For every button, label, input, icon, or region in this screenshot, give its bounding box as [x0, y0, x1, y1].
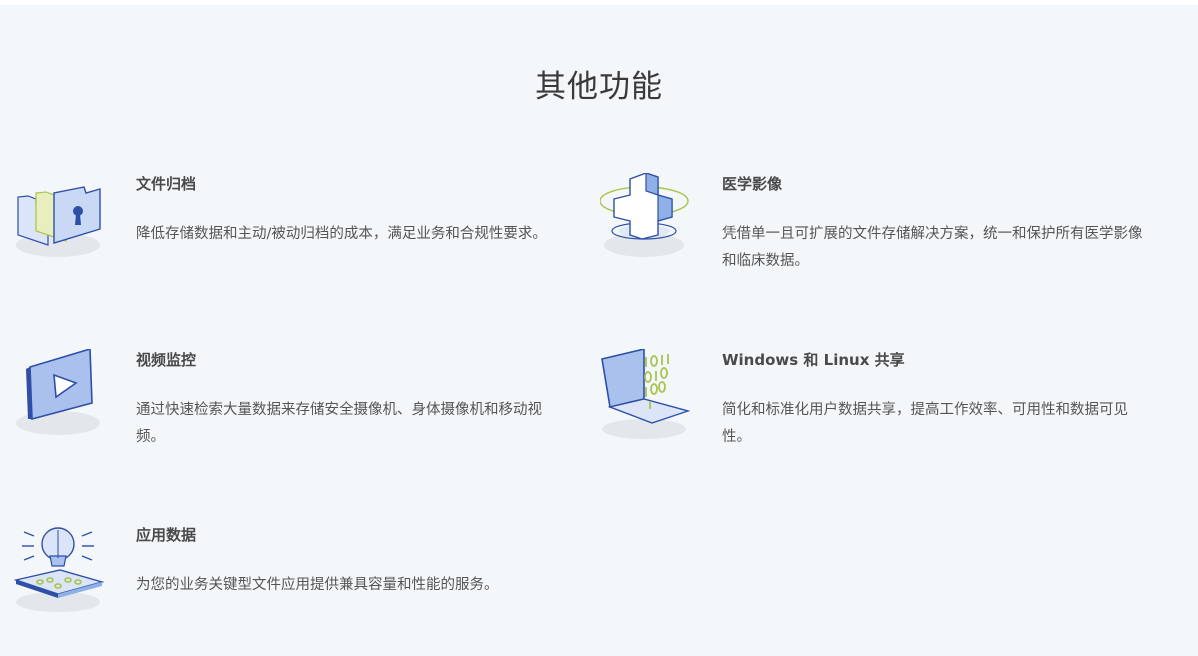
- feature-medical-imaging: 医学影像 凭借单一且可扩展的文件存储解决方案，统一和保护所有医学影像和临床数据。: [599, 172, 1143, 293]
- feature-windows-linux-sharing: Windows 和 Linux 共享 简化和标准化用户数据共享，提高工作效率、可…: [600, 347, 1128, 469]
- section-title: 其他功能: [535, 69, 663, 105]
- feature-title: 文件归档: [136, 175, 197, 193]
- feature-application-data: 应用数据 为您的业务关键型文件应用提供兼具容量和性能的服务。: [13, 524, 499, 644]
- feature-video-surveillance: 视频监控 通过快速检索大量数据来存储安全摄像机、身体摄像机和移动视频。: [14, 347, 542, 469]
- feature-description: 通过快速检索大量数据来存储安全摄像机、身体摄像机和移动视频。: [136, 402, 542, 445]
- feature-description: 简化和标准化用户数据共享，提高工作效率、可用性和数据可见性。: [722, 402, 1128, 445]
- feature-title: 应用数据: [136, 526, 197, 544]
- feature-description: 凭借单一且可扩展的文件存储解决方案，统一和保护所有医学影像和临床数据。: [722, 226, 1143, 269]
- feature-title: Windows 和 Linux 共享: [722, 351, 905, 369]
- laptop-binary-icon: [600, 347, 700, 449]
- feature-file-archive: 文件归档 降低存储数据和主动/被动归档的成本，满足业务和合规性要求。: [14, 173, 547, 293]
- other-features-section: 其他功能 文件归档 降低存储数据和主动/被动归档的成本，满足业务和合规性要求。: [0, 5, 1198, 656]
- medical-cross-icon: [599, 172, 700, 273]
- feature-title: 医学影像: [722, 175, 783, 193]
- feature-description: 为您的业务关键型文件应用提供兼具容量和性能的服务。: [136, 577, 499, 593]
- video-play-icon: [14, 347, 114, 449]
- feature-description: 降低存储数据和主动/被动归档的成本，满足业务和合规性要求。: [136, 226, 547, 242]
- feature-title: 视频监控: [136, 351, 197, 369]
- lightbulb-app-icon: [13, 524, 114, 624]
- file-archive-icon: [14, 173, 114, 273]
